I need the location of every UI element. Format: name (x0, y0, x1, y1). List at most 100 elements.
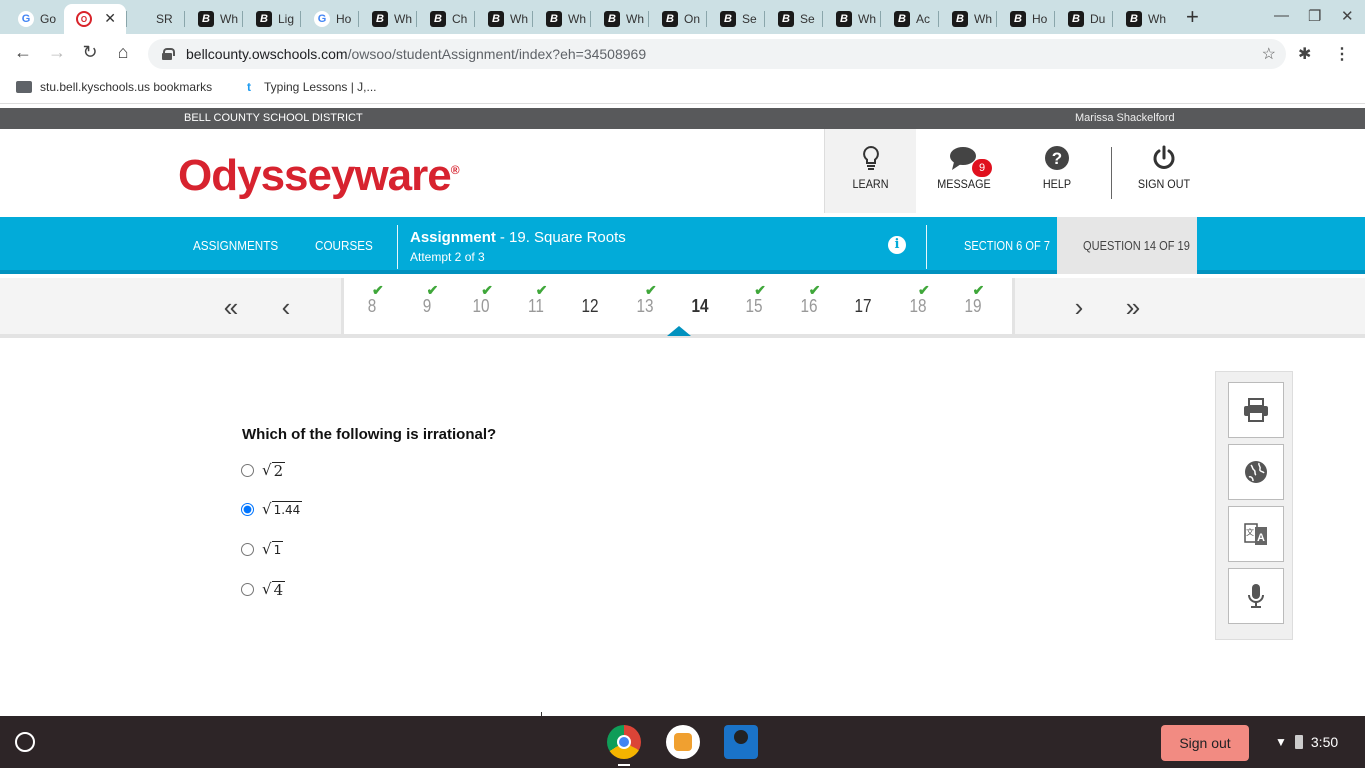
question-number[interactable]: 16 (792, 296, 826, 317)
info-icon[interactable]: i (888, 236, 906, 254)
question-number[interactable]: 11 (519, 296, 553, 317)
nav-sign-out[interactable]: SIGN OUT (1118, 129, 1210, 213)
browser-tab[interactable]: B Wh (1114, 4, 1170, 34)
b-favicon-icon: B (430, 11, 446, 27)
menu-kebab-icon[interactable]: ⋮ (1334, 44, 1350, 64)
bookmark-folder[interactable]: stu.bell.kyschools.us bookmarks (16, 80, 212, 94)
browser-tab[interactable]: B Se (708, 4, 764, 34)
question-number[interactable]: 17 (846, 296, 880, 317)
browser-tab[interactable]: B Ch (418, 4, 474, 34)
answer-choice[interactable]: √ 2 (241, 461, 286, 479)
question-number[interactable]: 19 (956, 296, 990, 317)
odysseyware-logo[interactable]: Odysseyware® (178, 151, 460, 201)
odyssey-favicon-icon: O (76, 11, 92, 27)
back-arrow-icon[interactable]: ← (11, 42, 35, 63)
previous-question-chevron-icon[interactable]: ‹ (271, 292, 301, 323)
app-icon-cat[interactable] (666, 725, 700, 759)
question-number[interactable]: 10 (464, 296, 498, 317)
site-header: Odysseyware® LEARN 9 MESSAGE ? HELP SIGN… (0, 129, 1365, 217)
browser-tab[interactable]: B Wh (360, 4, 416, 34)
answer-choice[interactable]: √ 4 (241, 580, 286, 598)
chrome-app-icon[interactable] (607, 725, 641, 759)
nav-learn[interactable]: LEARN (824, 129, 916, 213)
answer-radio[interactable] (241, 582, 254, 596)
answered-check-icon: ✔ (918, 282, 930, 298)
browser-tab[interactable]: B Ac (882, 4, 938, 34)
browser-tab[interactable]: O ✕ (64, 4, 126, 34)
nav-help[interactable]: ? HELP (1011, 129, 1103, 213)
b-favicon-icon: B (952, 11, 968, 27)
minimize-icon[interactable]: — (1274, 7, 1289, 24)
question-number[interactable]: 9 (410, 296, 444, 317)
question-number[interactable]: 14 (683, 296, 717, 317)
square-root-expression: √ 2 (262, 461, 286, 479)
nav-message-label: MESSAGE (937, 177, 991, 191)
browser-tab[interactable]: B Wh (940, 4, 996, 34)
launcher-circle-icon[interactable] (15, 732, 35, 752)
os-sign-out-button[interactable]: Sign out (1161, 725, 1249, 761)
browser-tab[interactable]: B Ho (998, 4, 1054, 34)
assignments-link[interactable]: ASSIGNMENTS (193, 238, 278, 253)
forward-arrow-icon[interactable]: → (45, 42, 69, 63)
new-tab-plus-icon[interactable]: + (1186, 4, 1199, 30)
first-question-double-chevron-icon[interactable]: « (216, 292, 246, 323)
question-number[interactable]: 15 (737, 296, 771, 317)
b-favicon-icon: B (604, 11, 620, 27)
nav-message[interactable]: 9 MESSAGE (918, 129, 1010, 213)
browser-tab[interactable]: B Du (1056, 4, 1112, 34)
text-to-speech-button[interactable] (1228, 568, 1284, 624)
answered-check-icon: ✔ (372, 282, 384, 298)
browser-tab[interactable]: G Ho (302, 4, 358, 34)
answer-radio[interactable] (241, 463, 254, 477)
answer-choice[interactable]: √ 1 (241, 540, 284, 558)
browser-tab[interactable]: B Wh (476, 4, 532, 34)
system-tray[interactable]: ▼ 3:50 (1275, 734, 1338, 750)
tab-separator (416, 11, 417, 27)
b-favicon-icon: B (836, 11, 852, 27)
tab-label: Lig (278, 12, 295, 26)
answer-radio[interactable] (241, 502, 254, 516)
tab-separator (706, 11, 707, 27)
address-bar[interactable]: bellcounty.owschools.com/owsoo/studentAs… (148, 39, 1286, 69)
browser-tab[interactable]: B Wh (186, 4, 242, 34)
tab-label: Se (742, 12, 757, 26)
answer-choice[interactable]: √ 1.44 (241, 500, 303, 518)
next-question-chevron-icon[interactable]: › (1064, 292, 1094, 323)
home-icon[interactable]: ⌂ (111, 42, 135, 63)
b-favicon-icon: B (198, 11, 214, 27)
translate-web-button[interactable] (1228, 444, 1284, 500)
browser-toolbar: ← → ↻ ⌂ bellcounty.owschools.com/owsoo/s… (0, 34, 1365, 74)
user-name[interactable]: Marissa Shackelford (1075, 112, 1175, 124)
extensions-puzzle-icon[interactable]: ✱ (1298, 44, 1311, 64)
radicand: 1 (271, 541, 284, 557)
maximize-icon[interactable]: ❐ (1308, 7, 1321, 25)
question-number[interactable]: 12 (573, 296, 607, 317)
browser-tab[interactable]: G Go (6, 4, 62, 34)
question-number[interactable]: 8 (355, 296, 389, 317)
browser-tab[interactable]: B Wh (592, 4, 648, 34)
tab-label: Ch (452, 12, 468, 26)
courses-link[interactable]: COURSES (315, 238, 373, 253)
browser-tab[interactable]: B Se (766, 4, 822, 34)
close-tab-icon[interactable]: ✕ (104, 10, 116, 27)
close-window-icon[interactable]: ✕ (1341, 7, 1354, 25)
question-number[interactable]: 18 (901, 296, 935, 317)
print-button[interactable] (1228, 382, 1284, 438)
radicand: 1.44 (271, 501, 303, 517)
answer-radio[interactable] (241, 542, 254, 556)
browser-tab[interactable]: B Lig (244, 4, 300, 34)
globe-icon (1245, 461, 1267, 483)
browser-tab[interactable]: SR (128, 4, 184, 34)
translate-text-button[interactable]: A文 (1228, 506, 1284, 562)
browser-tab[interactable]: B Wh (824, 4, 880, 34)
browser-tab[interactable]: B On (650, 4, 706, 34)
typingclub-app-icon[interactable] (724, 725, 758, 759)
tab-separator (822, 11, 823, 27)
reload-icon[interactable]: ↻ (78, 42, 102, 63)
last-question-double-chevron-icon[interactable]: » (1118, 292, 1148, 323)
question-number[interactable]: 13 (628, 296, 662, 317)
bookmark-star-icon[interactable]: ☆ (1262, 44, 1276, 64)
browser-tab[interactable]: B Wh (534, 4, 590, 34)
bookmark-typing-lessons[interactable]: t Typing Lessons | J,... (242, 80, 377, 94)
b-favicon-icon: B (1126, 11, 1142, 27)
